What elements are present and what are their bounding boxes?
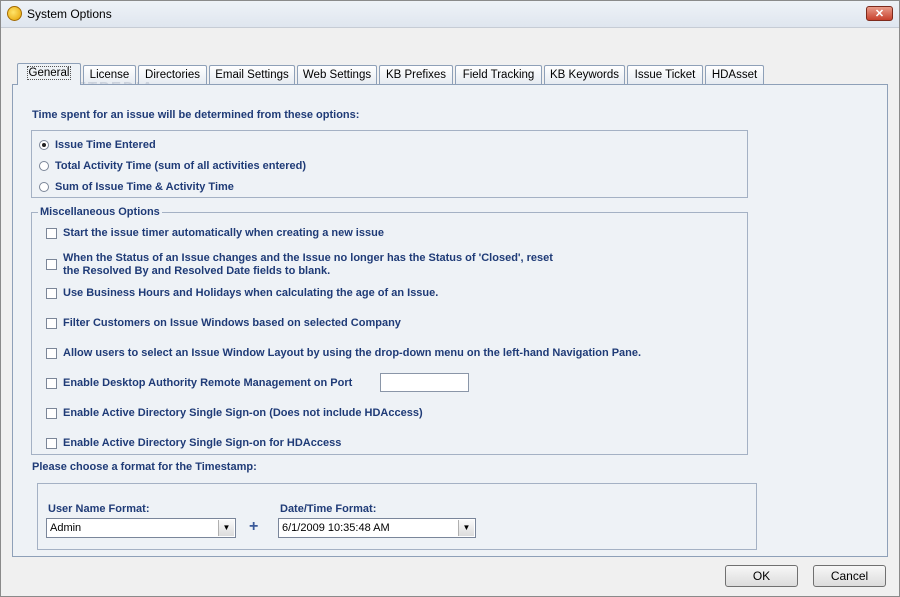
tab-field-tracking[interactable]: Field Tracking bbox=[455, 65, 542, 84]
checkbox-label: Allow users to select an Issue Window La… bbox=[63, 347, 642, 359]
checkbox-label-continued: the Resolved By and Resolved Date fields… bbox=[63, 265, 331, 277]
checkbox-label: Enable Desktop Authority Remote Manageme… bbox=[63, 377, 353, 389]
checkbox-issue-window-layout[interactable] bbox=[46, 348, 57, 359]
ok-button[interactable]: OK bbox=[725, 565, 798, 587]
tab-web-settings[interactable]: Web Settings bbox=[297, 65, 377, 84]
radio-label: Total Activity Time (sum of all activiti… bbox=[55, 160, 307, 172]
chevron-down-icon[interactable]: ▼ bbox=[218, 520, 234, 536]
timestamp-heading: Please choose a format for the Timestamp… bbox=[32, 461, 257, 473]
checkbox-label: Use Business Hours and Holidays when cal… bbox=[63, 287, 439, 299]
title-bar: System Options ✕ bbox=[1, 1, 899, 28]
checkbox-label: Enable Active Directory Single Sign-on (… bbox=[63, 407, 423, 419]
tab-kb-keywords[interactable]: KB Keywords bbox=[544, 65, 625, 84]
app-icon bbox=[7, 6, 22, 21]
tab-issue-ticket[interactable]: Issue Ticket bbox=[627, 65, 703, 84]
datetime-format-value: 6/1/2009 10:35:48 AM bbox=[282, 522, 390, 534]
checkbox-label: Filter Customers on Issue Windows based … bbox=[63, 317, 401, 329]
radio-issue-time-entered[interactable] bbox=[39, 140, 49, 150]
system-options-window: System Options ✕ General License Directo… bbox=[0, 0, 900, 597]
user-name-format-select[interactable]: Admin ▼ bbox=[46, 518, 236, 538]
datetime-format-label: Date/Time Format: bbox=[280, 503, 377, 515]
timestamp-group bbox=[37, 483, 757, 550]
radio-total-activity-time[interactable] bbox=[39, 161, 49, 171]
checkbox-business-hours[interactable] bbox=[46, 288, 57, 299]
checkbox-label: Start the issue timer automatically when… bbox=[63, 227, 384, 239]
checkbox-auto-timer[interactable] bbox=[46, 228, 57, 239]
checkbox-ad-sso[interactable] bbox=[46, 408, 57, 419]
tab-hdasset[interactable]: HDAsset bbox=[705, 65, 764, 84]
close-button[interactable]: ✕ bbox=[866, 6, 893, 21]
radio-sum-issue-activity[interactable] bbox=[39, 182, 49, 192]
radio-label: Sum of Issue Time & Activity Time bbox=[55, 181, 234, 193]
datetime-format-select[interactable]: 6/1/2009 10:35:48 AM ▼ bbox=[278, 518, 476, 538]
plus-icon: + bbox=[249, 518, 259, 535]
checkbox-ad-sso-hdaccess[interactable] bbox=[46, 438, 57, 449]
cancel-button[interactable]: Cancel bbox=[813, 565, 886, 587]
checkbox-label: Enable Active Directory Single Sign-on f… bbox=[63, 437, 342, 449]
user-name-format-label: User Name Format: bbox=[48, 503, 150, 515]
port-input[interactable] bbox=[380, 373, 469, 392]
tab-kb-prefixes[interactable]: KB Prefixes bbox=[379, 65, 453, 84]
misc-options-legend: Miscellaneous Options bbox=[38, 206, 162, 218]
tab-general[interactable]: General bbox=[17, 63, 81, 85]
checkbox-desktop-authority[interactable] bbox=[46, 378, 57, 389]
checkbox-filter-customers[interactable] bbox=[46, 318, 57, 329]
radio-label: Issue Time Entered bbox=[55, 139, 156, 151]
checkbox-reset-resolved[interactable] bbox=[46, 259, 57, 270]
window-title: System Options bbox=[27, 7, 112, 21]
tab-email-settings[interactable]: Email Settings bbox=[209, 65, 295, 84]
chevron-down-icon[interactable]: ▼ bbox=[458, 520, 474, 536]
time-section-heading: Time spent for an issue will be determin… bbox=[32, 109, 360, 121]
checkbox-label: When the Status of an Issue changes and … bbox=[63, 252, 553, 264]
user-name-format-value: Admin bbox=[50, 522, 82, 534]
